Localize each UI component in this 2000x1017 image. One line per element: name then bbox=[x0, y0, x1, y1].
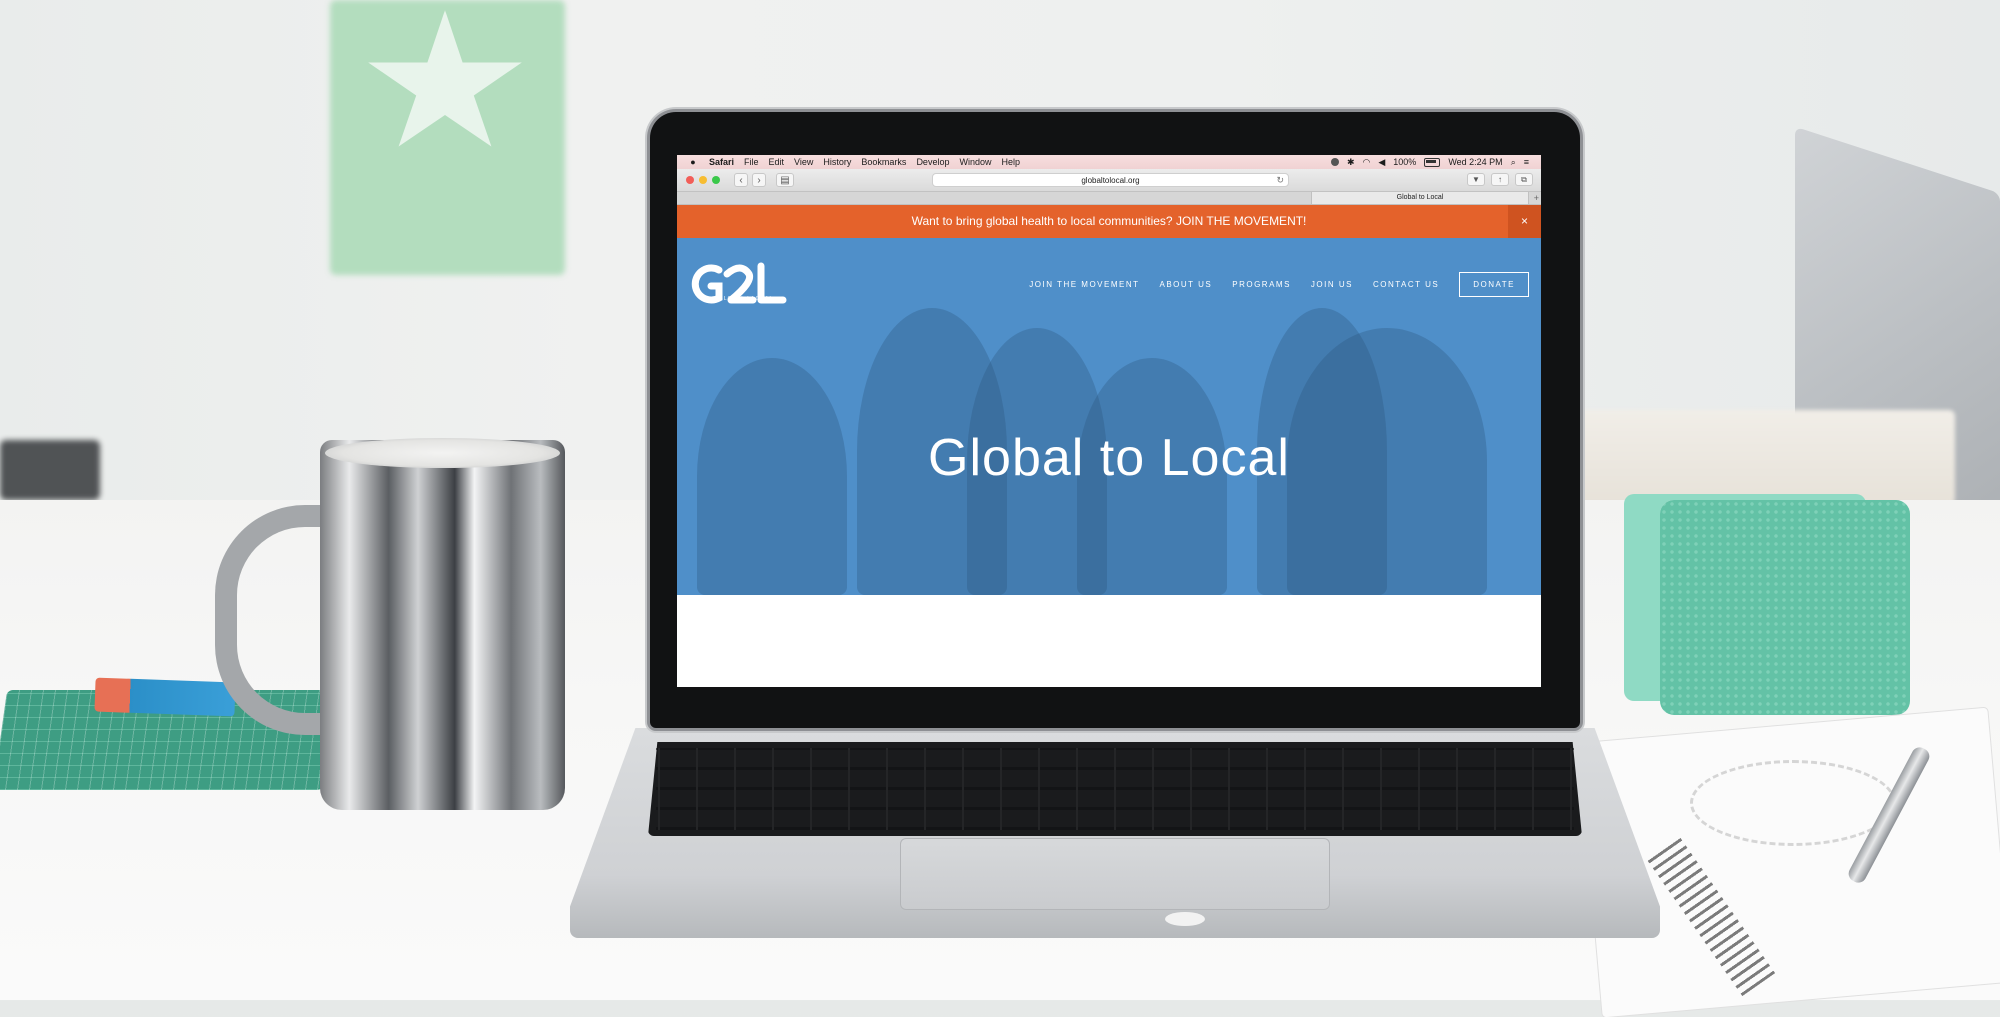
macos-menubar: ● Safari File Edit View History Bookmark… bbox=[677, 155, 1541, 169]
logo-subtext: GLOBAL | LOCAL bbox=[719, 296, 774, 302]
zoom-window-button[interactable] bbox=[712, 176, 720, 184]
site-nav: JOIN THE MOVEMENT ABOUT US PROGRAMS JOIN… bbox=[1009, 272, 1529, 297]
address-url: globaltolocal.org bbox=[1081, 176, 1140, 185]
menu-develop[interactable]: Develop bbox=[916, 155, 949, 169]
browser-toolbar: ‹ › ▤ globaltolocal.org ↻ ▼ ↑ ⧉ bbox=[677, 169, 1541, 192]
new-tab-icon[interactable]: + bbox=[1534, 192, 1539, 204]
nav-join-the-movement[interactable]: JOIN THE MOVEMENT bbox=[1029, 280, 1139, 289]
menu-view[interactable]: View bbox=[794, 155, 813, 169]
menubar-status-area: ✱ ◠ ◀ 100% Wed 2:24 PM ⌕ ≡ bbox=[1330, 155, 1541, 169]
bluetooth-icon[interactable]: ✱ bbox=[1347, 155, 1355, 169]
promo-close-button[interactable]: × bbox=[1508, 205, 1541, 238]
status-extra-icon[interactable] bbox=[1330, 158, 1339, 166]
apple-icon[interactable]: ● bbox=[687, 155, 699, 169]
forward-button[interactable]: › bbox=[752, 173, 766, 187]
tab-bar: Global to Local + bbox=[677, 192, 1541, 205]
share-icon[interactable]: ↑ bbox=[1491, 173, 1509, 186]
wifi-icon[interactable]: ◠ bbox=[1363, 155, 1371, 169]
laptop-screen: ● Safari File Edit View History Bookmark… bbox=[677, 155, 1541, 687]
address-bar[interactable]: globaltolocal.org ↻ bbox=[932, 173, 1289, 187]
background-phone bbox=[0, 440, 100, 500]
downloads-icon[interactable]: ▼ bbox=[1467, 173, 1485, 186]
background-book bbox=[1575, 410, 1955, 505]
g2l-logo[interactable] bbox=[689, 260, 789, 324]
laptop-front-notch bbox=[1165, 912, 1205, 926]
menu-file[interactable]: File bbox=[744, 155, 759, 169]
menu-help[interactable]: Help bbox=[1001, 155, 1020, 169]
tab-global-to-local[interactable]: Global to Local bbox=[1311, 192, 1529, 204]
notebook-sketch bbox=[1690, 760, 1896, 846]
menu-app-name[interactable]: Safari bbox=[709, 155, 734, 169]
reload-icon[interactable]: ↻ bbox=[1276, 174, 1284, 187]
menu-history[interactable]: History bbox=[823, 155, 851, 169]
notification-center-icon[interactable]: ≡ bbox=[1524, 155, 1529, 169]
toolbar-right-buttons: ▼ ↑ ⧉ bbox=[1467, 173, 1533, 186]
battery-icon[interactable] bbox=[1424, 157, 1441, 167]
hero-title: Global to Local bbox=[928, 428, 1290, 487]
mug-rim bbox=[325, 438, 560, 468]
battery-percent[interactable]: 100% bbox=[1393, 155, 1416, 169]
volume-icon[interactable]: ◀ bbox=[1378, 155, 1385, 169]
nav-join-us[interactable]: JOIN US bbox=[1311, 280, 1353, 289]
promo-text[interactable]: Want to bring global health to local com… bbox=[912, 214, 1307, 228]
eraser bbox=[94, 677, 236, 717]
trackpad bbox=[900, 838, 1330, 910]
tabs-overview-icon[interactable]: ⧉ bbox=[1515, 173, 1533, 186]
promo-banner[interactable]: Want to bring global health to local com… bbox=[677, 205, 1541, 238]
menu-bookmarks[interactable]: Bookmarks bbox=[861, 155, 906, 169]
spotlight-icon[interactable]: ⌕ bbox=[1511, 155, 1516, 169]
green-speaker bbox=[1660, 500, 1910, 715]
menu-window[interactable]: Window bbox=[959, 155, 991, 169]
content-area bbox=[677, 595, 1541, 687]
menubar-clock[interactable]: Wed 2:24 PM bbox=[1448, 155, 1502, 169]
steel-mug bbox=[320, 440, 565, 810]
nav-programs[interactable]: PROGRAMS bbox=[1232, 280, 1291, 289]
sidebar-icon[interactable]: ▤ bbox=[776, 173, 794, 187]
back-button[interactable]: ‹ bbox=[734, 173, 748, 187]
nav-about-us[interactable]: ABOUT US bbox=[1160, 280, 1213, 289]
window-controls bbox=[686, 176, 720, 184]
donate-button[interactable]: DONATE bbox=[1459, 272, 1529, 297]
keyboard-keys bbox=[656, 748, 1574, 830]
minimize-window-button[interactable] bbox=[699, 176, 707, 184]
close-window-button[interactable] bbox=[686, 176, 694, 184]
menu-edit[interactable]: Edit bbox=[769, 155, 785, 169]
nav-contact-us[interactable]: CONTACT US bbox=[1373, 280, 1439, 289]
hero-section: GLOBAL | LOCAL JOIN THE MOVEMENT ABOUT U… bbox=[677, 238, 1541, 595]
